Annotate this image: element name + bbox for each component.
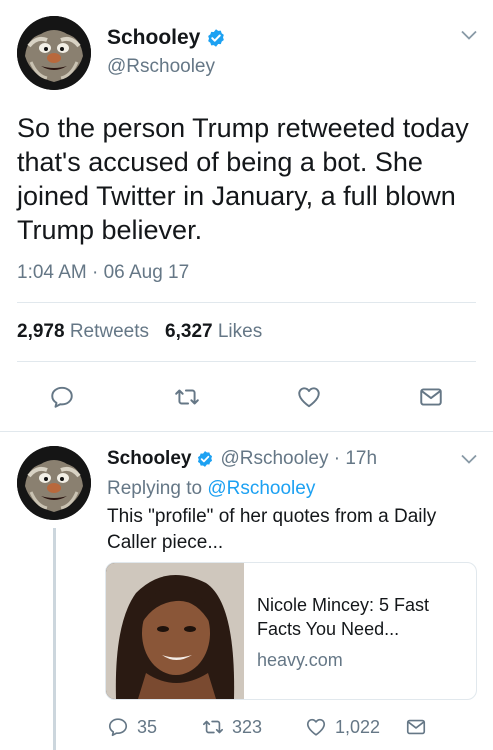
likes-stat[interactable]: 6,327 Likes xyxy=(165,321,262,343)
likes-count: 6,327 xyxy=(165,321,213,342)
verified-badge-icon xyxy=(198,451,213,467)
reply-text: This "profile" of her quotes from a Dail… xyxy=(107,506,437,553)
card-portrait-image xyxy=(106,563,244,699)
retweets-label: Retweets xyxy=(69,321,150,342)
reply-header: Schooley @Rschooley · 17h xyxy=(107,448,377,470)
author-handle[interactable]: @Rschooley xyxy=(107,56,215,78)
avatar[interactable] xyxy=(17,446,91,520)
tweet-stats: 2,978 Retweets 6,327 Likes xyxy=(17,321,262,343)
reply-actions: 35 323 1,022 xyxy=(107,716,477,742)
heart-icon xyxy=(306,718,326,736)
retweet-icon xyxy=(203,720,223,734)
reply-handle-time[interactable]: @Rschooley · 17h xyxy=(220,448,377,470)
link-card[interactable]: Nicole Mincey: 5 Fast Facts You Need... … xyxy=(105,562,477,700)
reply-icon[interactable] xyxy=(49,384,75,410)
reply-count: 35 xyxy=(137,716,158,737)
card-domain: heavy.com xyxy=(257,650,343,670)
replying-to: Replying to @Rschooley xyxy=(107,478,315,500)
chevron-down-icon[interactable] xyxy=(461,454,477,464)
like-count: 1,022 xyxy=(335,716,381,737)
retweet-count: 323 xyxy=(232,716,263,737)
replying-prefix: Replying to xyxy=(107,478,203,499)
retweet-icon[interactable] xyxy=(174,384,200,410)
likes-label: Likes xyxy=(217,321,263,342)
divider xyxy=(17,302,476,303)
like-button[interactable]: 1,022 xyxy=(305,716,380,738)
main-tweet: Schooley @Rschooley So the person Trump … xyxy=(0,0,493,432)
tweet-timestamp[interactable]: 1:04 AM · 06 Aug 17 xyxy=(17,262,189,284)
retweet-button[interactable]: 323 xyxy=(202,716,262,738)
heart-icon[interactable] xyxy=(296,384,322,410)
envelope-icon[interactable] xyxy=(418,384,444,410)
replying-to-link[interactable]: @Rschooley xyxy=(207,478,315,499)
verified-badge-icon xyxy=(208,29,225,47)
avatar-muppet-image xyxy=(17,16,91,90)
author-name-text[interactable]: Schooley xyxy=(107,26,200,50)
reply-icon xyxy=(108,718,128,737)
author-name[interactable]: Schooley xyxy=(107,26,226,50)
envelope-icon xyxy=(406,719,426,735)
retweets-stat[interactable]: 2,978 Retweets xyxy=(17,321,149,343)
author-name-text[interactable]: Schooley xyxy=(107,448,191,470)
chevron-down-icon[interactable] xyxy=(461,30,477,40)
thread-line xyxy=(53,528,56,750)
avatar-muppet-image xyxy=(17,446,91,520)
divider xyxy=(17,361,476,362)
reply-button[interactable]: 35 xyxy=(107,716,157,738)
reply-tweet[interactable]: Schooley @Rschooley · 17h Replying to @R… xyxy=(0,432,493,750)
retweets-count: 2,978 xyxy=(17,321,65,342)
avatar[interactable] xyxy=(17,16,91,90)
dm-button[interactable] xyxy=(405,716,427,738)
tweet-text: So the person Trump retweeted today that… xyxy=(17,113,469,245)
card-title[interactable]: Nicole Mincey: 5 Fast Facts You Need... xyxy=(257,593,467,641)
card-thumbnail xyxy=(106,563,244,699)
